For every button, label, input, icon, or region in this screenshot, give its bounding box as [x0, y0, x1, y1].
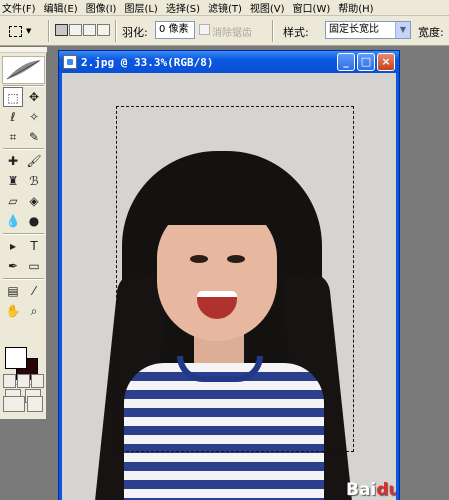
menu-select[interactable]: 选择(S)	[164, 0, 206, 15]
check-icon[interactable]	[27, 396, 43, 412]
screen-mode-full-menu-button[interactable]	[17, 374, 30, 388]
separator	[48, 20, 50, 42]
menu-filter[interactable]: 滤镜(T)	[206, 0, 248, 15]
menu-layer[interactable]: 图层(L)	[122, 0, 163, 15]
marquee-selection[interactable]	[116, 106, 354, 452]
close-button[interactable]: ×	[377, 53, 395, 71]
document-titlebar[interactable]: 2.jpg @ 33.3%(RGB/8) _ □ ×	[59, 51, 399, 73]
rectangle-tool-icon[interactable]: ▭	[24, 256, 44, 276]
jump-to-imageready-icon[interactable]	[3, 396, 25, 412]
document-window: 2.jpg @ 33.3%(RGB/8) _ □ × Baidu经验	[58, 50, 400, 500]
watermark-du: du	[376, 480, 396, 500]
path-select-icon[interactable]: ▸	[3, 236, 23, 256]
toolbox-grip[interactable]	[0, 47, 47, 53]
slice-tool-icon[interactable]: ✎	[24, 127, 44, 147]
minimize-button[interactable]: _	[337, 53, 355, 71]
paint-bucket-icon[interactable]: ◈	[24, 191, 44, 211]
chevron-down-icon: ▼	[26, 27, 32, 35]
type-tool-icon[interactable]: T	[24, 236, 44, 256]
feather-input[interactable]: 0 像素	[155, 21, 195, 39]
tool-preset-picker[interactable]: ▼	[4, 21, 42, 41]
document-title: 2.jpg @ 33.3%(RGB/8)	[81, 55, 214, 69]
add-selection-button[interactable]	[69, 24, 82, 36]
options-bar: ▼ 羽化: 0 像素 消除锯齿 样式: 固定长宽比 ▼ 宽度:	[0, 16, 449, 46]
new-selection-button[interactable]	[55, 24, 68, 36]
menu-help[interactable]: 帮助(H)	[336, 0, 379, 15]
baidu-watermark: Baidu经验	[346, 475, 396, 500]
width-label: 宽度:	[418, 26, 444, 39]
watermark-bai: Bai	[346, 480, 377, 500]
separator	[272, 20, 274, 42]
subtract-selection-button[interactable]	[83, 24, 96, 36]
blur-tool-icon[interactable]: 💧	[3, 211, 23, 231]
maximize-button[interactable]: □	[357, 53, 375, 71]
feather-logo-icon[interactable]	[2, 56, 45, 84]
style-select[interactable]: 固定长宽比 ▼	[325, 21, 411, 39]
screen-mode-standard-button[interactable]	[3, 374, 16, 388]
separator	[3, 148, 44, 150]
menu-view[interactable]: 视图(V)	[248, 0, 291, 15]
image-canvas[interactable]: Baidu经验	[62, 73, 396, 500]
lasso-tool-icon[interactable]: ℓ	[3, 107, 23, 127]
zoom-tool-icon[interactable]: ⌕	[24, 301, 44, 321]
foreground-color-swatch[interactable]	[5, 347, 27, 369]
style-select-value: 固定长宽比	[329, 24, 379, 35]
menu-window[interactable]: 窗口(W)	[291, 0, 337, 15]
separator	[115, 20, 117, 42]
menu-file[interactable]: 文件(F)	[0, 0, 42, 15]
hand-tool-icon[interactable]: ✋	[3, 301, 23, 321]
move-tool-icon[interactable]: ✥	[24, 87, 44, 107]
history-brush-icon[interactable]: ℬ	[24, 171, 44, 191]
rect-marquee-tool-icon[interactable]: ⬚	[3, 87, 23, 107]
separator	[3, 278, 44, 280]
chevron-down-icon: ▼	[395, 22, 410, 38]
intersect-selection-button[interactable]	[97, 24, 110, 36]
menu-bar: 文件(F) 编辑(E) 图像(I) 图层(L) 选择(S) 滤镜(T) 视图(V…	[0, 0, 449, 16]
eyedropper-tool-icon[interactable]: ⁄	[24, 281, 44, 301]
antialias-checkbox[interactable]	[199, 24, 210, 35]
pen-tool-icon[interactable]: ✒	[3, 256, 23, 276]
menu-edit[interactable]: 编辑(E)	[42, 0, 84, 15]
screen-mode-full-button[interactable]	[31, 374, 44, 388]
rect-marquee-icon	[9, 25, 22, 37]
notes-tool-icon[interactable]: ▤	[3, 281, 23, 301]
style-label: 样式:	[283, 26, 309, 39]
crop-tool-icon[interactable]: ⌗	[3, 127, 23, 147]
brush-tool-icon[interactable]: 🖌	[24, 151, 44, 171]
eraser-tool-icon[interactable]: ▱	[3, 191, 23, 211]
clone-stamp-icon[interactable]: ♜	[3, 171, 23, 191]
feather-label: 羽化:	[122, 26, 148, 39]
separator	[3, 233, 44, 235]
menu-image[interactable]: 图像(I)	[84, 0, 123, 15]
toolbox: ⬚ ✥ ℓ ✧ ⌗ ✎ ✚ 🖌 ♜ ℬ ▱ ◈ 💧 ● ▸ T ✒ ▭ ▤ ⁄ …	[0, 47, 47, 419]
dodge-tool-icon[interactable]: ●	[24, 211, 44, 231]
antialias-label: 消除锯齿	[212, 28, 252, 39]
magic-wand-tool-icon[interactable]: ✧	[24, 107, 44, 127]
healing-brush-icon[interactable]: ✚	[3, 151, 23, 171]
document-icon	[63, 55, 77, 69]
